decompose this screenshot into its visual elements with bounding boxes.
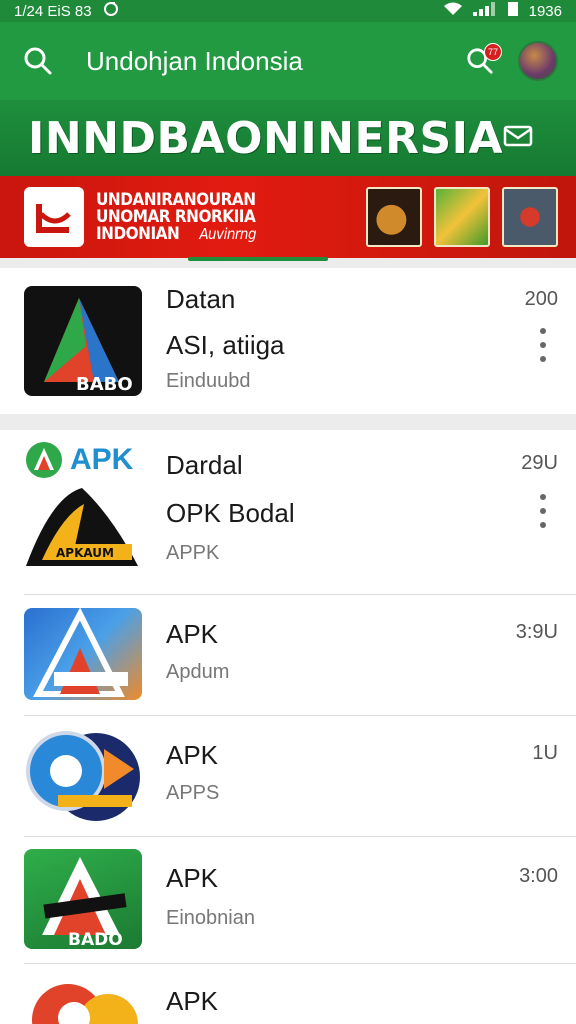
app-subtitle: OPK Bodal xyxy=(166,498,295,528)
list-item[interactable]: BADO APK Einobnian 3:00 xyxy=(0,837,576,963)
banner-cta[interactable]: Auvinrng xyxy=(199,225,256,243)
search-toolbar: Undohjan Indonsia 77 xyxy=(0,22,576,100)
app-meta: APPS xyxy=(166,782,220,804)
status-time: 1/24 EiS 83 xyxy=(14,2,92,20)
app-icon: BABO xyxy=(24,286,142,396)
apk-label-text: APK xyxy=(70,443,134,476)
signal-icon xyxy=(472,2,497,20)
app-size: 3:00 xyxy=(519,865,558,887)
overflow-menu-icon[interactable] xyxy=(536,494,550,528)
app-icon xyxy=(24,729,142,823)
list-item[interactable]: BABO Datan ASI, atiiga Einduubd 200 xyxy=(0,268,576,414)
banner-logo xyxy=(24,187,84,247)
app-title: APK xyxy=(166,863,219,893)
brand-bar: INNDBAONINERSIA xyxy=(0,100,576,176)
app-meta: Apdum xyxy=(166,661,230,683)
avatar[interactable] xyxy=(518,41,558,81)
list-item[interactable]: APK xyxy=(0,964,576,1024)
search-icon[interactable] xyxy=(18,41,58,81)
svg-text:BABO: BABO xyxy=(76,374,133,395)
carousel-indicator xyxy=(188,257,328,261)
app-size: 1U xyxy=(532,742,558,764)
sync-icon xyxy=(102,1,120,21)
app-size: 3:9U xyxy=(515,621,558,643)
app-list: APK APKAUM Dardal OPK Bodal APPK 29U APK… xyxy=(0,430,576,1024)
thumbnail[interactable] xyxy=(502,187,558,247)
app-icon xyxy=(24,974,142,1024)
app-size: 29U xyxy=(521,452,558,474)
banner-line: INDONIAN xyxy=(96,223,180,244)
app-subtitle: ASI, atiiga xyxy=(166,330,285,360)
promo-banner[interactable]: UNDANIRANOURAN UNOMAR RNORKIIA INDONIAN … xyxy=(0,176,576,258)
wifi-icon xyxy=(443,2,463,20)
thumbnail[interactable] xyxy=(366,187,422,247)
list-item[interactable]: APK APPS 1U xyxy=(0,716,576,836)
app-title: Datan xyxy=(166,284,236,314)
app-meta: Einobnian xyxy=(166,907,255,929)
app-title: APK xyxy=(166,619,219,649)
app-meta: Einduubd xyxy=(166,370,251,392)
apk-logo-icon xyxy=(26,442,62,478)
banner-line: UNOMAR RNORKIIA xyxy=(96,206,256,227)
app-title: APK xyxy=(166,986,219,1016)
app-icon: BADO xyxy=(24,849,142,949)
status-clock: 1936 xyxy=(528,2,562,20)
app-title: APK xyxy=(166,740,219,770)
mail-icon[interactable] xyxy=(503,123,535,154)
app-card: BABO Datan ASI, atiiga Einduubd 200 xyxy=(0,268,576,414)
list-item[interactable]: APK APKAUM Dardal OPK Bodal APPK 29U xyxy=(0,430,576,594)
notification-badge: 77 xyxy=(484,43,502,61)
apk-label: APK xyxy=(24,440,133,480)
app-icon: APKAUM xyxy=(22,486,142,574)
banner-text: UNDANIRANOURAN UNOMAR RNORKIIA INDONIAN … xyxy=(96,189,366,244)
brand-title: INNDBAONINERSIA xyxy=(28,112,504,164)
battery-icon xyxy=(507,1,519,21)
svg-text:APKAUM: APKAUM xyxy=(56,546,114,560)
overflow-menu-icon[interactable] xyxy=(536,328,550,362)
app-title: Dardal xyxy=(166,450,243,480)
thumbnail[interactable] xyxy=(434,187,490,247)
status-bar: 1/24 EiS 83 1936 xyxy=(0,0,576,22)
banner-thumbnails xyxy=(366,187,558,247)
list-item[interactable]: APK Apdum 3:9U xyxy=(0,595,576,715)
svg-text:BADO: BADO xyxy=(68,930,123,949)
app-icon xyxy=(24,608,142,700)
search-query[interactable]: Undohjan Indonsia xyxy=(86,46,460,77)
banner-line: UNDANIRANOURAN xyxy=(96,189,256,210)
app-size: 200 xyxy=(524,288,558,310)
app-meta: APPK xyxy=(166,542,220,564)
search-notification-button[interactable]: 77 xyxy=(460,41,502,81)
